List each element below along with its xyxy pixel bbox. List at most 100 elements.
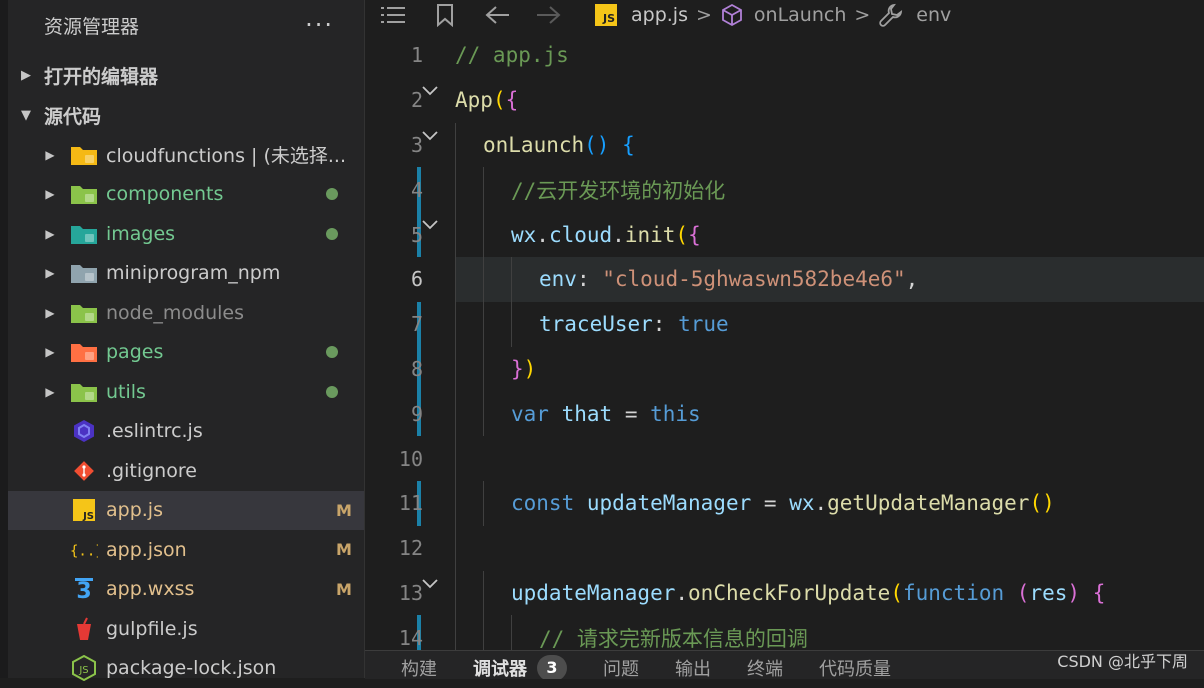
fold-chevron-icon[interactable] bbox=[421, 218, 441, 234]
code-line[interactable]: 11const updateManager = wx.getUpdateMana… bbox=[365, 481, 1204, 526]
code-token: ( bbox=[493, 88, 506, 112]
svg-text:JS: JS bbox=[82, 511, 94, 521]
folder-icon bbox=[70, 143, 98, 167]
tree-item-label: node_modules bbox=[106, 302, 364, 324]
tree-item[interactable]: ▶utils bbox=[8, 372, 364, 412]
line-number: 13 bbox=[365, 581, 423, 605]
git-status-dot bbox=[326, 188, 338, 200]
breadcrumb-file[interactable]: app.js bbox=[631, 4, 688, 26]
code-line[interactable]: 3onLaunch() { bbox=[365, 123, 1204, 168]
indent-guide bbox=[483, 571, 484, 616]
chevron-down-icon: ▼ bbox=[8, 108, 44, 123]
code-token bbox=[1080, 581, 1093, 605]
code-token: "cloud-5ghwaswn582be4e6" bbox=[602, 267, 905, 291]
folder-icon bbox=[70, 182, 98, 206]
code-token: // 请求完新版本信息的回调 bbox=[539, 627, 808, 651]
git-status-badge: M bbox=[324, 580, 364, 599]
panel-tab[interactable]: 构建 bbox=[401, 655, 437, 679]
code-line[interactable]: 1// app.js bbox=[365, 33, 1204, 78]
chevron-right-icon[interactable]: ▶ bbox=[36, 345, 64, 359]
fold-chevron-icon[interactable] bbox=[421, 129, 441, 145]
chevron-right-icon[interactable]: ▶ bbox=[36, 385, 64, 399]
back-arrow-icon[interactable] bbox=[485, 5, 511, 25]
code-token: { bbox=[506, 88, 519, 112]
git-file-icon bbox=[70, 459, 98, 483]
more-actions-icon[interactable]: ··· bbox=[305, 11, 334, 39]
tree-item-label: package-lock.json bbox=[106, 657, 364, 679]
outline-icon[interactable] bbox=[379, 4, 407, 26]
code-line[interactable]: 6env: "cloud-5ghwaswn582be4e6", bbox=[365, 257, 1204, 302]
code-token: updateManager bbox=[587, 491, 751, 515]
tree-item-label: cloudfunctions | (未选择... bbox=[106, 141, 364, 168]
tree-item[interactable]: ▶{..}app.jsonM bbox=[8, 530, 364, 570]
json-file-icon: {..} bbox=[70, 538, 98, 562]
method-cube-icon bbox=[720, 3, 744, 27]
code-token: { bbox=[1093, 581, 1106, 605]
tree-item-label: app.json bbox=[106, 539, 324, 561]
tree-item[interactable]: ▶3app.wxssM bbox=[8, 570, 364, 610]
code-token bbox=[609, 133, 622, 157]
code-token: traceUser bbox=[539, 312, 653, 336]
chevron-right-icon[interactable]: ▶ bbox=[36, 227, 64, 241]
chevron-right-icon: ▶ bbox=[8, 68, 44, 83]
indent-guide bbox=[455, 526, 456, 571]
breadcrumb: JS app.js > onLaunch > env bbox=[365, 0, 1204, 30]
tree-item-label: app.js bbox=[106, 499, 324, 521]
breadcrumb-property[interactable]: env bbox=[916, 4, 951, 26]
tree-item[interactable]: ▶components bbox=[8, 175, 364, 215]
tree-item[interactable]: ▶.eslintrc.js bbox=[8, 412, 364, 452]
git-status-dot bbox=[326, 228, 338, 240]
line-number: 5 bbox=[365, 223, 423, 247]
code-token: = bbox=[751, 491, 789, 515]
code-line[interactable]: 8}) bbox=[365, 347, 1204, 392]
svg-text:{..}: {..} bbox=[70, 543, 98, 559]
tree-item[interactable]: ▶ node_modules bbox=[8, 293, 364, 333]
chevron-right-icon[interactable]: ▶ bbox=[36, 148, 64, 162]
section-open-editors[interactable]: ▶ 打开的编辑器 bbox=[8, 56, 364, 94]
js-file-icon: JS bbox=[595, 4, 617, 26]
code-token: this bbox=[650, 402, 701, 426]
panel-tab[interactable]: 终端 bbox=[747, 655, 783, 679]
indent-guide bbox=[483, 212, 484, 257]
eslint-file-icon bbox=[70, 419, 98, 443]
fold-chevron-icon[interactable] bbox=[421, 84, 441, 100]
code-text: // app.js bbox=[455, 43, 569, 67]
panel-tab[interactable]: 问题 bbox=[603, 655, 639, 679]
panel-tab[interactable]: 调试器3 bbox=[473, 655, 567, 679]
code-token: : bbox=[653, 312, 678, 336]
code-line[interactable]: 13updateManager.onCheckForUpdate(functio… bbox=[365, 571, 1204, 616]
tree-item[interactable]: ▶ cloudfunctions | (未选择... bbox=[8, 135, 364, 175]
code-line[interactable]: 2App({ bbox=[365, 78, 1204, 123]
git-status-dot bbox=[326, 386, 338, 398]
code-token: . bbox=[675, 581, 688, 605]
code-line[interactable]: 5wx.cloud.init({ bbox=[365, 212, 1204, 257]
code-line[interactable]: 7traceUser: true bbox=[365, 302, 1204, 347]
panel-tab[interactable]: 代码质量 bbox=[819, 655, 891, 679]
code-token: init bbox=[625, 223, 676, 247]
bookmark-icon[interactable] bbox=[435, 3, 455, 27]
tree-item[interactable]: ▶miniprogram_npm bbox=[8, 254, 364, 294]
tree-item[interactable]: ▶.gitignore bbox=[8, 451, 364, 491]
code-line[interactable]: 9var that = this bbox=[365, 391, 1204, 436]
css-file-icon: 3 bbox=[70, 577, 98, 601]
section-source[interactable]: ▼ 源代码 bbox=[8, 96, 364, 134]
tree-item-label: .eslintrc.js bbox=[106, 420, 364, 442]
tree-item[interactable]: ▶JSapp.jsM bbox=[8, 491, 364, 531]
code-area[interactable]: 1// app.js2App({3onLaunch() {4//云开发环境的初始… bbox=[365, 33, 1204, 660]
tree-item[interactable]: ▶images bbox=[8, 214, 364, 254]
chevron-right-icon[interactable]: ▶ bbox=[36, 187, 64, 201]
forward-arrow-icon[interactable] bbox=[535, 5, 561, 25]
breadcrumb-method[interactable]: onLaunch bbox=[754, 4, 846, 26]
code-token: ) bbox=[524, 357, 537, 381]
tree-item[interactable]: ▶gulpfile.js bbox=[8, 609, 364, 649]
code-line[interactable]: 12 bbox=[365, 526, 1204, 571]
fold-chevron-icon[interactable] bbox=[421, 577, 441, 593]
panel-tab[interactable]: 输出 bbox=[675, 655, 711, 679]
chevron-right-icon[interactable]: ▶ bbox=[36, 266, 64, 280]
chevron-right-icon[interactable]: ▶ bbox=[36, 306, 64, 320]
code-token bbox=[1004, 581, 1017, 605]
tree-item[interactable]: ▶pages bbox=[8, 333, 364, 373]
code-line[interactable]: 4//云开发环境的初始化 bbox=[365, 167, 1204, 212]
tree-item[interactable]: ▶JSpackage-lock.json bbox=[8, 649, 364, 688]
code-line[interactable]: 10 bbox=[365, 436, 1204, 481]
